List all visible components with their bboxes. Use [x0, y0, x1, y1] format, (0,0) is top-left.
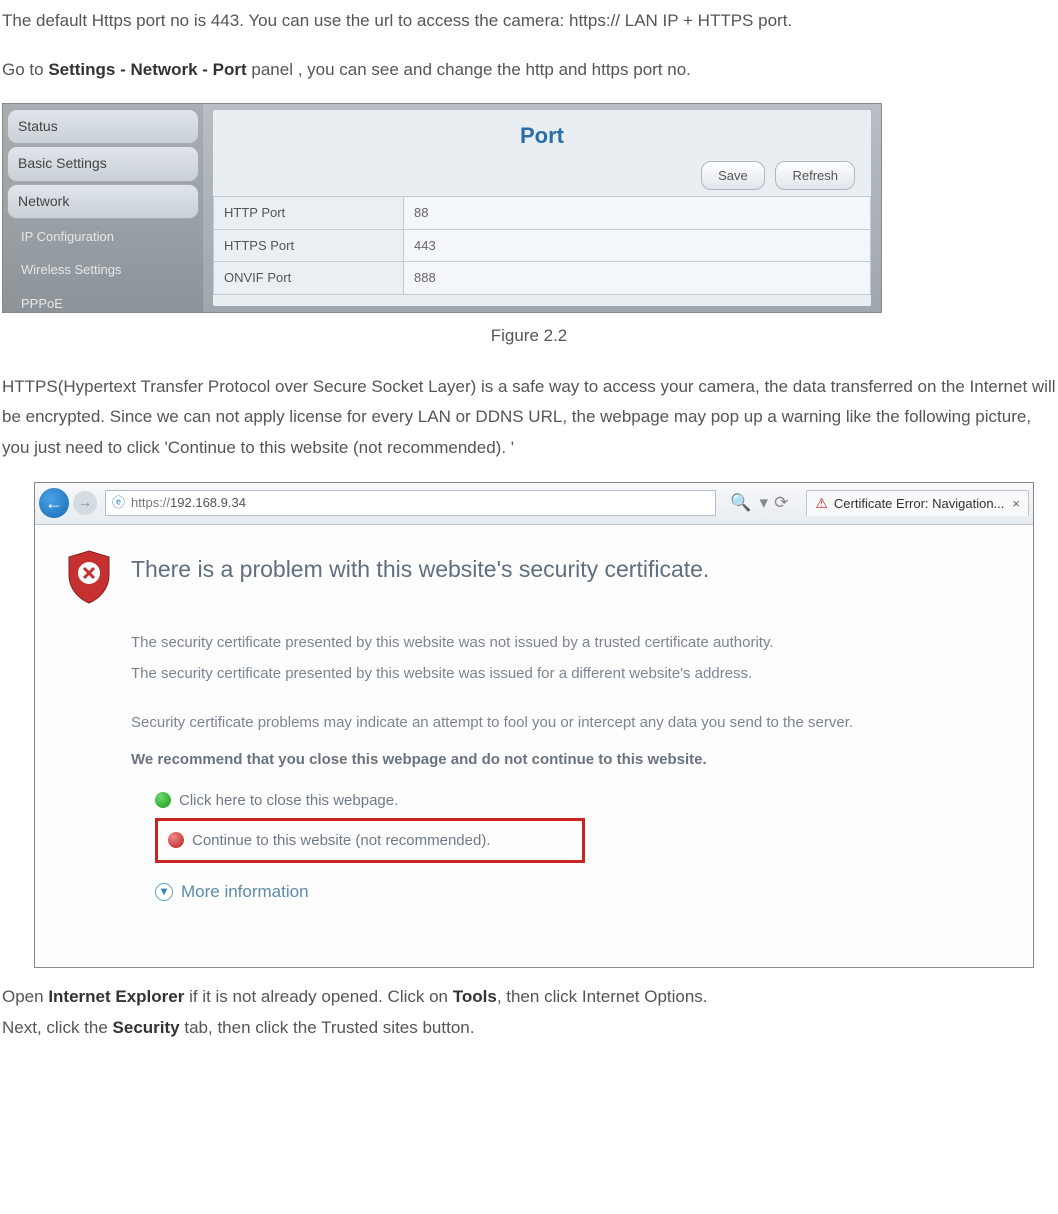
sidebar-item-ip-config[interactable]: IP Configuration [7, 221, 199, 252]
close-tab-icon[interactable]: × [1012, 492, 1020, 515]
warning-icon [168, 832, 184, 848]
toolbar-controls: 🔍 ▾ ⟳ [724, 488, 792, 519]
more-info-label: More information [181, 877, 309, 908]
more-information-toggle[interactable]: ▾ More information [155, 877, 1003, 908]
https-port-value[interactable]: 443 [404, 229, 871, 261]
cert-error-icon: ⚠ [815, 491, 828, 516]
text: Open [2, 987, 48, 1006]
table-row: HTTP Port 88 [214, 197, 871, 229]
close-webpage-link[interactable]: Click here to close this webpage. [155, 783, 1003, 818]
tab-label: Certificate Error: Navigation... [834, 492, 1005, 515]
doc-paragraph: Open Internet Explorer if it is not alre… [2, 982, 1056, 1013]
settings-sidebar: Status Basic Settings Network IP Configu… [3, 104, 203, 312]
panel-title: Port [213, 110, 871, 158]
http-port-value[interactable]: 88 [404, 197, 871, 229]
port-table: HTTP Port 88 HTTPS Port 443 ONVIF Port 8… [213, 196, 871, 294]
refresh-icon[interactable]: ⟳ [774, 488, 788, 519]
sidebar-item-status[interactable]: Status [7, 109, 199, 144]
chevron-down-icon: ▾ [155, 883, 173, 901]
continue-link[interactable]: Continue to this website (not recommende… [155, 818, 585, 863]
url-protocol: https:// [131, 491, 170, 514]
ie-error-body: There is a problem with this website's s… [35, 525, 1033, 968]
table-row: HTTPS Port 443 [214, 229, 871, 261]
table-row: ONVIF Port 888 [214, 262, 871, 294]
error-detail: The security certificate presented by th… [131, 629, 1003, 656]
port-settings-screenshot: Status Basic Settings Network IP Configu… [2, 103, 882, 313]
text: panel , you can see and change the http … [247, 60, 691, 79]
menu-path-text: Settings - Network - Port [48, 60, 246, 79]
tab-name: Security [113, 1018, 180, 1037]
check-icon [155, 792, 171, 808]
sidebar-item-basic-settings[interactable]: Basic Settings [7, 146, 199, 181]
back-button[interactable]: ← [39, 488, 69, 518]
sidebar-item-wireless[interactable]: Wireless Settings [7, 254, 199, 285]
error-heading: There is a problem with this website's s… [131, 549, 709, 590]
address-bar[interactable]: ⓔ https://192.168.9.34 [105, 490, 716, 516]
onvif-port-value[interactable]: 888 [404, 262, 871, 294]
error-detail: Security certificate problems may indica… [131, 709, 1003, 736]
arrow-left-icon: ← [45, 487, 63, 519]
text: if it is not already opened. Click on [184, 987, 452, 1006]
doc-paragraph: The default Https port no is 443. You ca… [2, 6, 1056, 37]
doc-paragraph: Go to Settings - Network - Port panel , … [2, 55, 1056, 86]
ie-cert-error-screenshot: ← → ⓔ https://192.168.9.34 🔍 ▾ ⟳ ⚠ Certi… [34, 482, 1034, 969]
panel-buttons: Save Refresh [213, 158, 871, 197]
link-label: Continue to this website (not recommende… [192, 827, 490, 854]
sidebar-item-network[interactable]: Network [7, 184, 199, 219]
save-button[interactable]: Save [701, 161, 765, 190]
text: tab, then click the Trusted sites button… [180, 1018, 475, 1037]
menu-name: Tools [453, 987, 497, 1006]
browser-tab[interactable]: ⚠ Certificate Error: Navigation... × [806, 490, 1029, 516]
doc-paragraph: HTTPS(Hypertext Transfer Protocol over S… [2, 372, 1056, 464]
refresh-button[interactable]: Refresh [775, 161, 855, 190]
search-icon[interactable]: 🔍 [730, 488, 751, 519]
ie-toolbar: ← → ⓔ https://192.168.9.34 🔍 ▾ ⟳ ⚠ Certi… [35, 483, 1033, 525]
link-label: Click here to close this webpage. [179, 787, 398, 814]
figure-caption: Figure 2.2 [2, 321, 1056, 352]
dropdown-icon[interactable]: ▾ [760, 488, 769, 519]
error-recommendation: We recommend that you close this webpage… [131, 746, 1003, 773]
http-port-label: HTTP Port [214, 197, 404, 229]
sidebar-item-pppoe[interactable]: PPPoE [7, 288, 199, 314]
doc-paragraph: Next, click the Security tab, then click… [2, 1013, 1056, 1044]
error-detail: The security certificate presented by th… [131, 660, 1003, 687]
forward-button[interactable]: → [73, 491, 97, 515]
onvif-port-label: ONVIF Port [214, 262, 404, 294]
port-panel: Port Save Refresh HTTP Port 88 HTTPS Por… [213, 110, 871, 306]
text: , then click Internet Options. [497, 987, 708, 1006]
arrow-right-icon: → [78, 490, 92, 515]
shield-error-icon [65, 549, 113, 605]
text: Go to [2, 60, 48, 79]
ie-logo-icon: ⓔ [112, 491, 125, 514]
https-port-label: HTTPS Port [214, 229, 404, 261]
text: Next, click the [2, 1018, 113, 1037]
app-name: Internet Explorer [48, 987, 184, 1006]
url-host: 192.168.9.34 [170, 491, 246, 514]
